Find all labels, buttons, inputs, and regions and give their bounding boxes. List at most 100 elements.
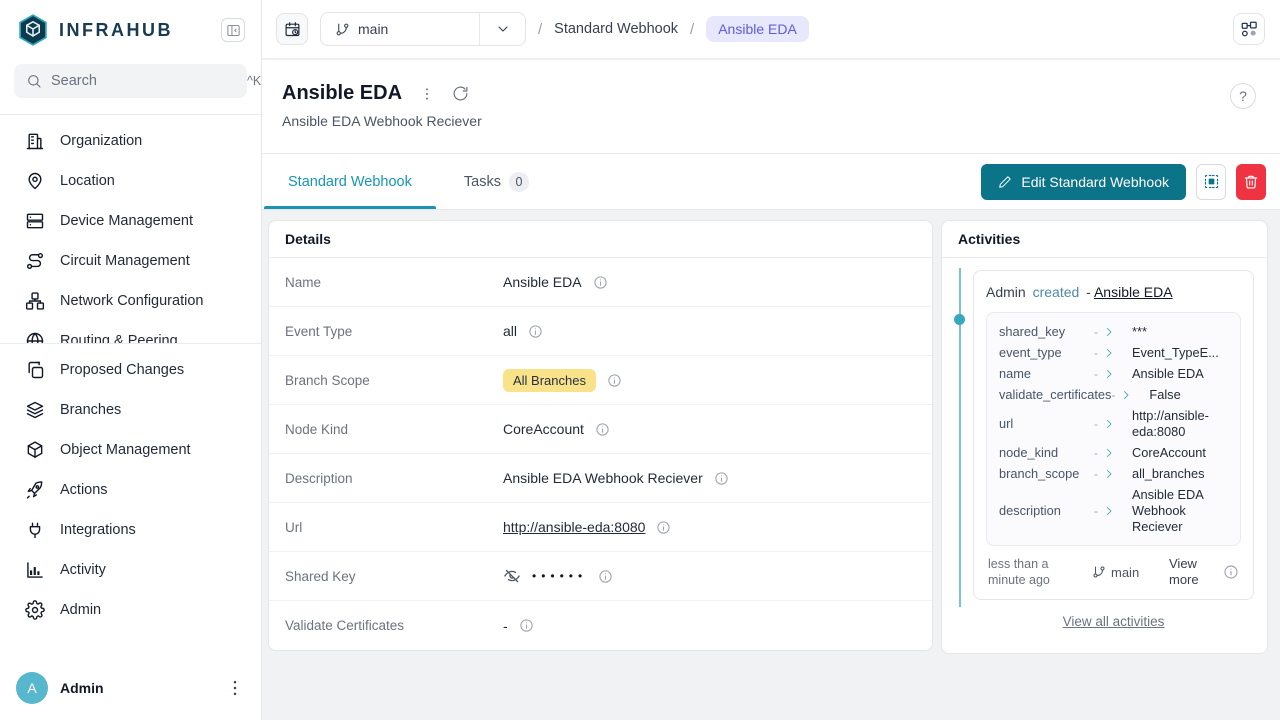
activity-property-row: description - Ansible EDA Webhook Reciev… [997, 484, 1230, 537]
schema-icon [1240, 20, 1258, 38]
sidebar-item-label: Organization [60, 133, 142, 149]
tab-standard-webhook[interactable]: Standard Webhook [262, 154, 438, 209]
user-menu-kebab-icon[interactable] [225, 678, 245, 698]
info-icon[interactable] [528, 324, 543, 339]
info-icon[interactable] [714, 471, 729, 486]
edit-standard-webhook-button[interactable]: Edit Standard Webhook [981, 164, 1186, 200]
branch-dropdown-toggle[interactable] [479, 13, 525, 45]
search-input[interactable] [51, 73, 238, 89]
property-new-value: Ansible EDA [1124, 366, 1228, 382]
detail-row: Description Ansible EDA Webhook Reciever [269, 454, 932, 503]
detail-row: Validate Certificates - [269, 601, 932, 650]
activity-timestamp: less than a minute ago [988, 556, 1084, 588]
sidebar-item[interactable]: Routing & Peering [0, 321, 261, 343]
search-shortcut: ^K [247, 74, 261, 88]
search-icon [26, 73, 42, 89]
breadcrumb-parent[interactable]: Standard Webhook [554, 21, 678, 37]
chevron-right-icon [1103, 505, 1115, 517]
time-travel-button[interactable] [276, 13, 308, 45]
property-change: - [1094, 346, 1124, 360]
chevron-right-icon [1103, 368, 1115, 380]
info-icon[interactable] [656, 520, 671, 535]
breadcrumb-separator: / [690, 21, 694, 38]
detail-value: All Branches [503, 369, 622, 392]
info-icon[interactable] [519, 618, 534, 633]
collapse-sidebar-button[interactable] [221, 18, 245, 42]
sidebar-item[interactable]: Circuit Management [0, 241, 261, 281]
activity-property-row: event_type - Event_TypeE... [997, 342, 1230, 363]
tab-label: Standard Webhook [288, 174, 412, 190]
delete-button[interactable] [1236, 164, 1266, 200]
info-icon[interactable] [598, 569, 613, 584]
activity-property-row: url - http://ansible-eda:8080 [997, 405, 1230, 442]
page-title: Ansible EDA [282, 82, 402, 105]
refresh-icon[interactable] [452, 85, 469, 102]
detail-value: http://ansible-eda:8080 [503, 519, 671, 535]
sidebar-item-label: Proposed Changes [60, 362, 184, 378]
secret-dots: •••••• [532, 569, 587, 583]
property-new-value: all_branches [1124, 466, 1228, 482]
sidebar-item[interactable]: Network Configuration [0, 281, 261, 321]
detail-value-text: all [503, 323, 517, 339]
branch-selector[interactable]: main [320, 12, 526, 46]
detail-value: Ansible EDA [503, 274, 608, 290]
activity-object-link[interactable]: Ansible EDA [1094, 284, 1173, 300]
git-branch-icon [335, 22, 350, 37]
sidebar-item[interactable]: Organization [0, 121, 261, 161]
breadcrumb-current[interactable]: Ansible EDA [706, 16, 809, 42]
view-all-activities-link[interactable]: View all activities [1063, 614, 1165, 629]
activities-body: Admin created - Ansible EDA shared_key -… [942, 258, 1267, 653]
info-icon[interactable] [607, 373, 622, 388]
detail-value-text: - [503, 618, 508, 634]
breadcrumb-separator: / [538, 21, 542, 38]
help-button[interactable]: ? [1230, 83, 1256, 109]
property-old-value: - [1094, 325, 1098, 339]
activity-entry: Admin created - Ansible EDA shared_key -… [973, 270, 1254, 600]
tab-tasks[interactable]: Tasks 0 [438, 154, 555, 209]
property-change: - [1094, 367, 1124, 381]
manage-object-button[interactable] [1196, 164, 1226, 200]
view-more-link[interactable]: View more [1169, 556, 1215, 588]
sidebar-item[interactable]: Activity [0, 550, 261, 590]
property-name: name [999, 366, 1094, 381]
sidebar-item[interactable]: Object Management [0, 430, 261, 470]
sidebar-item-icon [25, 331, 45, 343]
title-kebab-icon[interactable] [419, 86, 435, 102]
detail-value: CoreAccount [503, 421, 610, 437]
detail-row: Event Type all [269, 307, 932, 356]
sidebar-item[interactable]: Admin [0, 590, 261, 630]
property-change: - [1094, 467, 1124, 481]
schema-button[interactable] [1233, 13, 1265, 45]
property-new-value: False [1141, 387, 1245, 403]
sidebar-item[interactable]: Proposed Changes [0, 350, 261, 390]
user-row: A Admin [0, 658, 261, 720]
sidebar-item-icon [25, 171, 45, 191]
activity-property-row: name - Ansible EDA [997, 363, 1230, 384]
url-link[interactable]: http://ansible-eda:8080 [503, 519, 645, 535]
chevron-right-icon [1103, 447, 1115, 459]
property-name: branch_scope [999, 466, 1094, 481]
chevron-right-icon [1103, 418, 1115, 430]
info-icon[interactable] [593, 275, 608, 290]
panel-collapse-icon [226, 23, 241, 38]
sidebar-item-icon [25, 211, 45, 231]
branch-scope-badge: All Branches [503, 369, 596, 392]
info-icon[interactable] [595, 422, 610, 437]
sidebar-item[interactable]: Integrations [0, 510, 261, 550]
sidebar-item-icon [25, 440, 45, 460]
box-select-icon [1203, 173, 1220, 190]
eye-off-icon[interactable] [503, 567, 521, 585]
page-subtitle: Ansible EDA Webhook Reciever [282, 113, 1256, 129]
detail-value-text: Ansible EDA Webhook Reciever [503, 470, 703, 486]
search-box[interactable]: ^K [14, 64, 247, 98]
sidebar-item[interactable]: Branches [0, 390, 261, 430]
sidebar-item-icon [25, 360, 45, 380]
sidebar-item[interactable]: Device Management [0, 201, 261, 241]
property-change: - [1094, 417, 1124, 431]
info-icon[interactable] [1223, 564, 1239, 580]
timeline-dot [954, 314, 965, 325]
sidebar-item[interactable]: Location [0, 161, 261, 201]
sidebar-item[interactable]: Actions [0, 470, 261, 510]
property-name: description [999, 503, 1094, 518]
detail-row: Node Kind CoreAccount [269, 405, 932, 454]
